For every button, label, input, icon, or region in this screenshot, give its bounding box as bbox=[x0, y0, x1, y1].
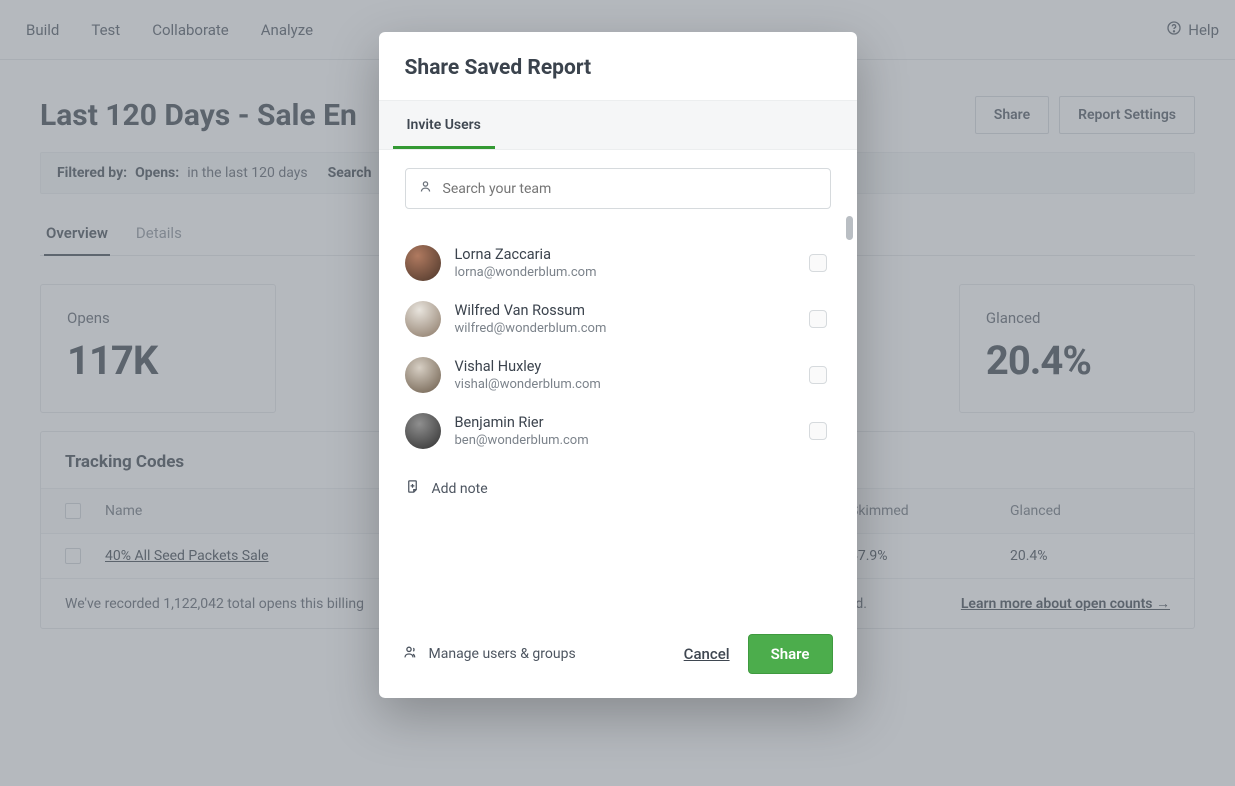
manage-users-label: Manage users & groups bbox=[429, 646, 576, 662]
tab-invite-users[interactable]: Invite Users bbox=[393, 101, 495, 149]
note-icon bbox=[405, 479, 420, 498]
modal-title: Share Saved Report bbox=[405, 56, 831, 80]
search-team-input[interactable] bbox=[443, 181, 818, 197]
user-checkbox[interactable] bbox=[809, 422, 827, 440]
avatar bbox=[405, 245, 441, 281]
user-list[interactable]: Lorna Zaccaria lorna@wonderblum.com Wilf… bbox=[405, 235, 831, 459]
add-note-button[interactable]: Add note bbox=[379, 459, 857, 516]
user-checkbox[interactable] bbox=[809, 310, 827, 328]
user-name: Wilfred Van Rossum bbox=[455, 302, 795, 319]
scrollbar-thumb[interactable] bbox=[846, 216, 853, 240]
user-email: vishal@wonderblum.com bbox=[455, 377, 795, 392]
avatar bbox=[405, 301, 441, 337]
user-name: Benjamin Rier bbox=[455, 414, 795, 431]
add-note-label: Add note bbox=[432, 481, 488, 497]
user-checkbox[interactable] bbox=[809, 254, 827, 272]
avatar bbox=[405, 357, 441, 393]
user-row: Lorna Zaccaria lorna@wonderblum.com bbox=[405, 235, 827, 291]
share-report-modal: Share Saved Report Invite Users Lorna Za… bbox=[379, 32, 857, 698]
user-email: ben@wonderblum.com bbox=[455, 433, 795, 448]
modal-footer: Manage users & groups Cancel Share bbox=[379, 616, 857, 698]
user-checkbox[interactable] bbox=[809, 366, 827, 384]
users-icon bbox=[403, 644, 419, 664]
user-row: Vishal Huxley vishal@wonderblum.com bbox=[405, 347, 827, 403]
user-name: Lorna Zaccaria bbox=[455, 246, 795, 263]
user-email: wilfred@wonderblum.com bbox=[455, 321, 795, 336]
user-icon bbox=[418, 179, 433, 198]
avatar bbox=[405, 413, 441, 449]
search-input-wrap bbox=[405, 168, 831, 209]
user-row: Benjamin Rier ben@wonderblum.com bbox=[405, 403, 827, 459]
user-row: Wilfred Van Rossum wilfred@wonderblum.co… bbox=[405, 291, 827, 347]
share-confirm-button[interactable]: Share bbox=[748, 634, 833, 674]
manage-users-link[interactable]: Manage users & groups bbox=[403, 644, 576, 664]
cancel-button[interactable]: Cancel bbox=[684, 645, 730, 663]
user-name: Vishal Huxley bbox=[455, 358, 795, 375]
user-email: lorna@wonderblum.com bbox=[455, 265, 795, 280]
modal-tabs: Invite Users bbox=[379, 100, 857, 150]
